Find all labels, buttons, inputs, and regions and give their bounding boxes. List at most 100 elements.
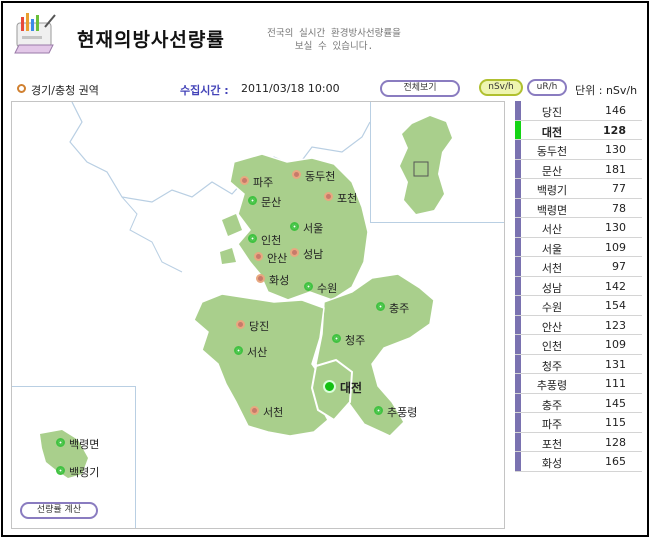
station-value: 123: [605, 318, 626, 332]
unit-nsv-button[interactable]: nSv/h: [479, 79, 523, 96]
station-list: 당진 146 대전 128 동두천 130 문산 181 백령기 77 백령면 78 서산 130 서울 10…: [515, 101, 642, 472]
site-label: 서산: [247, 346, 268, 359]
page-subtitle: 전국의 실시간 환경방사선량률을 보실 수 있습니다.: [239, 27, 429, 53]
station-status-bar: [515, 452, 521, 471]
station-row[interactable]: 안산 123: [515, 315, 642, 335]
station-row[interactable]: 백령면 78: [515, 198, 642, 218]
station-row[interactable]: 인천 109: [515, 335, 642, 355]
station-value: 128: [605, 435, 626, 449]
station-name: 당진: [541, 106, 563, 119]
site-label: 백령기: [69, 466, 100, 479]
site-label: 인천: [261, 234, 282, 247]
site-dot-icon: [323, 380, 336, 393]
site-dot-icon: [292, 170, 301, 179]
station-row[interactable]: 문산 181: [515, 159, 642, 179]
station-value: 109: [605, 240, 626, 254]
station-value: 131: [605, 357, 626, 371]
station-row[interactable]: 동두천 130: [515, 140, 642, 160]
station-status-bar: [515, 374, 521, 393]
radiation-report-logo-icon: [14, 13, 56, 54]
station-row[interactable]: 화성 165: [515, 452, 642, 472]
station-row[interactable]: 서울 109: [515, 237, 642, 257]
site-dot-icon: [290, 222, 299, 231]
region-map[interactable]: 파주 동두천 문산 포천 서울 인천 성남 안산 화성 수원 충주 당진 청주 서산 대전 서천 추풍령 백령면 백…: [11, 101, 505, 529]
station-value: 111: [605, 377, 626, 390]
station-name: 수원: [541, 301, 563, 314]
station-value: 77: [612, 182, 626, 195]
peninsula-inset: [370, 102, 504, 223]
station-status-bar: [515, 159, 521, 178]
site-dot-icon: [234, 346, 243, 355]
island-shape: [222, 214, 242, 236]
station-status-bar: [515, 354, 521, 373]
station-status-bar: [515, 179, 521, 198]
view-all-button[interactable]: 전체보기: [380, 80, 460, 97]
site-dot-icon: [240, 176, 249, 185]
site-label: 안산: [267, 252, 288, 265]
station-row[interactable]: 서산 130: [515, 218, 642, 238]
island-shape: [220, 248, 236, 264]
site-label: 청주: [345, 334, 366, 347]
collect-time-label: 수집시간 :: [180, 84, 229, 97]
station-status-bar: [515, 276, 521, 295]
site-dot-icon: [374, 406, 383, 415]
dose-calc-button[interactable]: 선량률 계산: [20, 502, 98, 519]
site-label: 서천: [263, 406, 284, 419]
site-label: 충주: [389, 302, 410, 315]
station-status-bar: [515, 413, 521, 432]
station-name: 파주: [541, 418, 563, 431]
site-dot-icon: [376, 302, 385, 311]
station-row[interactable]: 청주 131: [515, 354, 642, 374]
station-row[interactable]: 서천 97: [515, 257, 642, 277]
site-dot-icon: [248, 196, 257, 205]
station-row[interactable]: 당진 146: [515, 101, 642, 121]
station-name: 화성: [541, 457, 563, 470]
station-name: 성남: [541, 281, 563, 295]
region-label: 경기/충청 권역: [31, 84, 99, 97]
station-name: 서산: [541, 223, 563, 236]
station-status-bar: [515, 218, 521, 237]
station-value: 130: [605, 143, 626, 156]
page-title: 현재의방사선량률: [77, 29, 225, 51]
station-status-bar: [515, 101, 521, 120]
station-name: 동두천: [536, 145, 568, 158]
site-label: 추풍령: [387, 406, 418, 419]
site-dot-icon: [250, 406, 259, 415]
site-dot-icon: [56, 466, 65, 475]
station-row[interactable]: 충주 145: [515, 393, 642, 413]
station-row[interactable]: 포천 128: [515, 432, 642, 452]
site-label: 문산: [261, 196, 282, 209]
station-name: 추풍령: [536, 379, 568, 392]
station-name: 안산: [541, 320, 563, 334]
station-value: 115: [605, 416, 626, 429]
station-name: 서천: [541, 262, 563, 275]
site-label: 백령면: [69, 438, 100, 451]
station-row[interactable]: 수원 154: [515, 296, 642, 316]
site-dot-icon: [304, 282, 313, 291]
station-status-bar: [515, 432, 521, 451]
station-value: 154: [605, 299, 626, 312]
station-status-bar: [515, 315, 521, 334]
station-name: 청주: [541, 359, 563, 373]
subtitle-line: 보실 수 있습니다.: [294, 41, 374, 52]
station-status-bar: [515, 257, 521, 276]
station-row[interactable]: 추풍령 111: [515, 374, 642, 394]
region-bullet-icon: [17, 84, 26, 93]
site-label: 파주: [253, 176, 274, 189]
unit-label: 단위 : nSv/h: [575, 84, 638, 97]
station-row[interactable]: 백령기 77: [515, 179, 642, 199]
station-row[interactable]: 대전 128: [515, 120, 642, 140]
station-name: 포천: [541, 437, 563, 451]
station-name: 백령면: [536, 203, 568, 217]
site-label: 동두천: [305, 170, 336, 183]
station-name: 대전: [541, 125, 563, 139]
station-row[interactable]: 성남 142: [515, 276, 642, 296]
site-label: 서울: [303, 222, 324, 235]
station-value: 145: [605, 396, 626, 410]
unit-urh-button[interactable]: uR/h: [527, 79, 567, 96]
chungnam-region[interactable]: [193, 293, 329, 437]
site-label: 포천: [337, 192, 358, 205]
station-name: 서울: [541, 242, 563, 256]
station-row[interactable]: 파주 115: [515, 413, 642, 433]
station-name: 인천: [541, 340, 563, 353]
